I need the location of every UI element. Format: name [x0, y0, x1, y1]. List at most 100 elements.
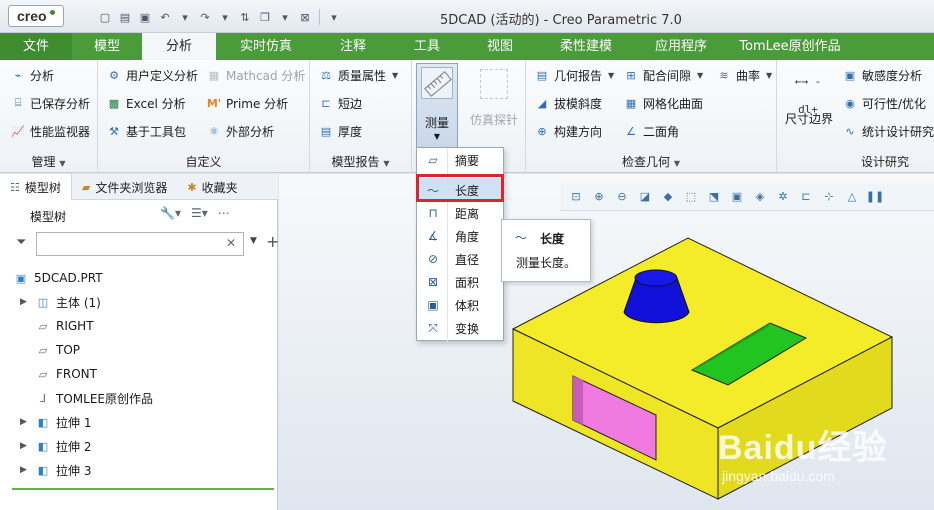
tab-tomlee-works[interactable]: TomLee原创作品 [726, 33, 854, 60]
creo-logo[interactable]: creo [8, 5, 64, 27]
tab-tools[interactable]: 工具 [390, 33, 464, 60]
new-file-icon[interactable]: ▢ [96, 8, 114, 26]
tab-model-tree[interactable]: ☷ 模型树 [0, 174, 72, 200]
measure-menu-item-diameter[interactable]: ⊘ 直径 [417, 247, 505, 270]
annotation-display-icon[interactable]: ⊏ [797, 188, 815, 206]
thickness-button[interactable]: ▤ 厚度 [318, 120, 362, 142]
group-manage-label[interactable]: 管理 ▼ [0, 153, 97, 170]
save-icon[interactable]: ▣ [136, 8, 154, 26]
chevron-down-icon: ▼ [608, 70, 615, 80]
mass-properties-button[interactable]: ⚖ 质量属性 ▼ [318, 64, 398, 86]
measure-menu-item-distance[interactable]: ⊓ 距离 [417, 201, 505, 224]
spin-center-icon[interactable]: ⊹ [820, 188, 838, 206]
view-manager-icon[interactable]: ⬔ [705, 188, 723, 206]
redo-icon[interactable]: ↷ [196, 8, 214, 26]
tree-row[interactable]: ▶ ◧ 拉伸 1 [20, 410, 91, 434]
tab-flexible-modeling[interactable]: 柔性建模 [536, 33, 636, 60]
user-defined-analysis-button[interactable]: ⚙ 用户定义分析 [106, 64, 198, 86]
tree-filter-icon[interactable]: ⋯ [218, 206, 230, 220]
saved-analysis-button[interactable]: ⌸ 已保存分析 [10, 92, 90, 114]
group-model-report-label[interactable]: 模型报告 ▼ [310, 153, 411, 170]
repaint-icon[interactable]: ◪ [636, 188, 654, 206]
customize-toolbar-icon[interactable]: ▾ [325, 8, 343, 26]
undo-dropdown-icon[interactable]: ▾ [176, 8, 194, 26]
tree-row[interactable]: ▱ TOP [20, 338, 80, 362]
tab-applications[interactable]: 应用程序 [636, 33, 726, 60]
dihedral-angle-button[interactable]: ∠ 二面角 [623, 120, 679, 142]
performance-monitor-button[interactable]: 📈 性能监视器 [10, 120, 90, 142]
tree-search-input[interactable] [36, 232, 244, 256]
open-folder-icon[interactable]: ▤ [116, 8, 134, 26]
analysis-label: 分析 [30, 68, 55, 83]
search-dropdown-icon[interactable]: ▼ [250, 236, 257, 246]
fit-clearance-button[interactable]: ⊞ 配合间隙 ▼ [623, 64, 703, 86]
tab-view[interactable]: 视图 [464, 33, 536, 60]
mesh-surface-button[interactable]: ▦ 网格化曲面 [623, 92, 703, 114]
insert-here-indicator[interactable] [12, 488, 274, 490]
tree-row[interactable]: ▱ FRONT [20, 362, 97, 386]
external-analysis-button[interactable]: ⚛ 外部分析 [206, 120, 274, 142]
excel-analysis-button[interactable]: ▩ Excel 分析 [106, 92, 186, 114]
add-filter-icon[interactable]: + [266, 232, 279, 251]
perspective-icon[interactable]: ▣ [728, 188, 746, 206]
refit-icon[interactable]: ⊡ [567, 188, 585, 206]
section-icon[interactable]: ◈ [751, 188, 769, 206]
geometry-report-button[interactable]: ▤ 几何报告 ▼ [534, 64, 614, 86]
warning-icon[interactable]: △ [843, 188, 861, 206]
tab-file[interactable]: 文件 [0, 33, 72, 60]
measure-menu-item-summary[interactable]: ▱ 摘要 [417, 148, 505, 171]
tree-row[interactable]: ▣ 5DCAD.PRT [14, 266, 103, 290]
short-edge-button[interactable]: ⊏ 短边 [318, 92, 362, 114]
mathcad-analysis-button[interactable]: ▦ Mathcad 分析 [206, 64, 306, 86]
expand-arrow-icon[interactable]: ▶ [20, 441, 30, 451]
prime-analysis-button[interactable]: M' Prime 分析 [206, 92, 288, 114]
tab-favorites[interactable]: ✱ 收藏夹 [177, 174, 247, 200]
saved-orientations-icon[interactable]: ⬚ [682, 188, 700, 206]
measure-menu-item-area[interactable]: ⊠ 面积 [417, 270, 505, 293]
size-boundary-button[interactable]: ←→ -dl+ 尺寸边界 [782, 64, 836, 156]
build-direction-button[interactable]: ⊕ 构建方向 [534, 120, 602, 142]
measure-button[interactable]: 测量 ▼ [416, 63, 458, 158]
funnel-icon[interactable]: ⏷ [16, 235, 26, 250]
tab-folder-browser[interactable]: ▰ 文件夹浏览器 [72, 174, 177, 200]
tab-analysis[interactable]: 分析 [142, 33, 216, 60]
windows-dropdown-icon[interactable]: ▾ [276, 8, 294, 26]
statistical-design-study-button[interactable]: ∿ 统计设计研究 [842, 120, 934, 142]
clear-search-icon[interactable]: ✕ [226, 236, 236, 250]
close-window-icon[interactable]: ⊠ [296, 8, 314, 26]
measure-menu-item-angle[interactable]: ∡ 角度 [417, 224, 505, 247]
feasibility-optimization-button[interactable]: ◉ 可行性/优化 [842, 92, 926, 114]
redo-dropdown-icon[interactable]: ▾ [216, 8, 234, 26]
tree-row[interactable]: ⅃ TOMLEE原创作品 [20, 386, 153, 410]
tab-annotate[interactable]: 注释 [316, 33, 390, 60]
display-style-icon[interactable]: ◆ [659, 188, 677, 206]
blue-boss-top[interactable] [634, 269, 678, 287]
tree-row[interactable]: ▶ ◧ 拉伸 2 [20, 434, 91, 458]
undo-icon[interactable]: ↶ [156, 8, 174, 26]
expand-arrow-icon[interactable]: ▶ [20, 297, 30, 307]
zoom-in-icon[interactable]: ⊕ [590, 188, 608, 206]
tree-row[interactable]: ▱ RIGHT [20, 314, 94, 338]
tree-row[interactable]: ▶ ◧ 拉伸 3 [20, 458, 91, 482]
expand-arrow-icon[interactable]: ▶ [20, 465, 30, 475]
pause-icon[interactable]: ❚❚ [866, 188, 884, 206]
group-inspect-geometry-label[interactable]: 检查几何 ▼ [526, 153, 776, 170]
draft-button[interactable]: ◢ 拔模斜度 [534, 92, 602, 114]
tree-display-icon[interactable]: ☰▾ [191, 206, 208, 220]
datum-display-icon[interactable]: ✲ [774, 188, 792, 206]
regenerate-icon[interactable]: ⇅ [236, 8, 254, 26]
tree-row[interactable]: ▶ ◫ 主体 (1) [20, 290, 101, 314]
analysis-button[interactable]: ⌁ 分析 [10, 64, 54, 86]
tree-settings-icon[interactable]: 🔧▾ [160, 206, 181, 220]
sensitivity-analysis-button[interactable]: ▣ 敏感度分析 [842, 64, 922, 86]
expand-arrow-icon[interactable]: ▶ [20, 417, 30, 427]
zoom-out-icon[interactable]: ⊖ [613, 188, 631, 206]
tab-model[interactable]: 模型 [72, 33, 142, 60]
toolkit-based-button[interactable]: ⚒ 基于工具包 [106, 120, 186, 142]
curvature-button[interactable]: ≋ 曲率 ▼ [716, 64, 772, 86]
tab-live-simulation[interactable]: 实时仿真 [216, 33, 316, 60]
measure-menu-item-transform[interactable]: ⤧ 变换 [417, 316, 505, 339]
simulation-probe-button[interactable]: 仿真探针 [466, 66, 522, 156]
windows-icon[interactable]: ❐ [256, 8, 274, 26]
measure-menu-item-volume[interactable]: ▣ 体积 [417, 293, 505, 316]
